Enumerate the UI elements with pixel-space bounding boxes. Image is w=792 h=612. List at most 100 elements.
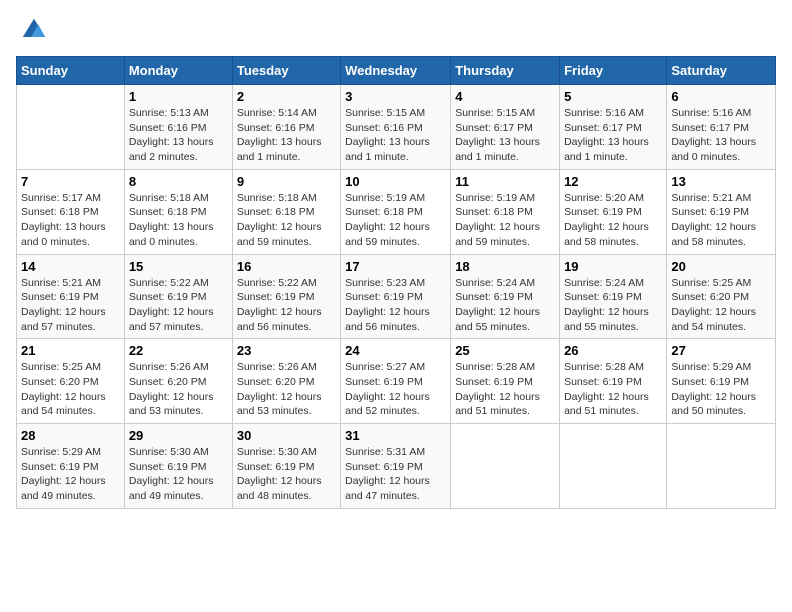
day-detail: Sunrise: 5:28 AMSunset: 6:19 PMDaylight:… <box>564 360 662 419</box>
calendar-week-2: 7 Sunrise: 5:17 AMSunset: 6:18 PMDaylight… <box>17 169 776 254</box>
day-number: 7 <box>21 174 120 189</box>
day-number: 5 <box>564 89 662 104</box>
calendar-cell: 5 Sunrise: 5:16 AMSunset: 6:17 PMDaylight… <box>560 85 667 170</box>
day-number: 18 <box>455 259 555 274</box>
calendar-cell: 28 Sunrise: 5:29 AMSunset: 6:19 PMDayligh… <box>17 424 125 509</box>
day-number: 1 <box>129 89 228 104</box>
day-number: 10 <box>345 174 446 189</box>
day-number: 21 <box>21 343 120 358</box>
day-detail: Sunrise: 5:16 AMSunset: 6:17 PMDaylight:… <box>671 106 771 165</box>
day-number: 6 <box>671 89 771 104</box>
day-number: 13 <box>671 174 771 189</box>
calendar-week-5: 28 Sunrise: 5:29 AMSunset: 6:19 PMDayligh… <box>17 424 776 509</box>
day-detail: Sunrise: 5:29 AMSunset: 6:19 PMDaylight:… <box>21 445 120 504</box>
day-number: 20 <box>671 259 771 274</box>
day-number: 27 <box>671 343 771 358</box>
calendar-cell: 31 Sunrise: 5:31 AMSunset: 6:19 PMDayligh… <box>341 424 451 509</box>
day-number: 24 <box>345 343 446 358</box>
calendar-cell: 11Sunrise: 5:19 AMSunset: 6:18 PMDayligh… <box>451 169 560 254</box>
calendar-cell: 10 Sunrise: 5:19 AMSunset: 6:18 PMDayligh… <box>341 169 451 254</box>
day-detail: Sunrise: 5:13 AMSunset: 6:16 PMDaylight:… <box>129 106 228 165</box>
header-saturday: Saturday <box>667 57 776 85</box>
day-number: 16 <box>237 259 336 274</box>
day-number: 25 <box>455 343 555 358</box>
day-detail: Sunrise: 5:24 AMSunset: 6:19 PMDaylight:… <box>455 276 555 335</box>
calendar-cell: 17Sunrise: 5:23 AMSunset: 6:19 PMDayligh… <box>341 254 451 339</box>
calendar-cell: 18 Sunrise: 5:24 AMSunset: 6:19 PMDayligh… <box>451 254 560 339</box>
day-detail: Sunrise: 5:26 AMSunset: 6:20 PMDaylight:… <box>129 360 228 419</box>
day-detail: Sunrise: 5:17 AMSunset: 6:18 PMDaylight:… <box>21 191 120 250</box>
calendar-cell: 20 Sunrise: 5:25 AMSunset: 6:20 PMDayligh… <box>667 254 776 339</box>
calendar-cell: 19 Sunrise: 5:24 AMSunset: 6:19 PMDayligh… <box>560 254 667 339</box>
calendar-cell: 14 Sunrise: 5:21 AMSunset: 6:19 PMDayligh… <box>17 254 125 339</box>
day-detail: Sunrise: 5:24 AMSunset: 6:19 PMDaylight:… <box>564 276 662 335</box>
calendar-cell: 30 Sunrise: 5:30 AMSunset: 6:19 PMDayligh… <box>232 424 340 509</box>
calendar-cell: 27 Sunrise: 5:29 AMSunset: 6:19 PMDayligh… <box>667 339 776 424</box>
day-detail: Sunrise: 5:22 AMSunset: 6:19 PMDaylight:… <box>237 276 336 335</box>
calendar-cell <box>560 424 667 509</box>
day-number: 23 <box>237 343 336 358</box>
header-wednesday: Wednesday <box>341 57 451 85</box>
day-detail: Sunrise: 5:25 AMSunset: 6:20 PMDaylight:… <box>671 276 771 335</box>
header-friday: Friday <box>560 57 667 85</box>
day-detail: Sunrise: 5:21 AMSunset: 6:19 PMDaylight:… <box>21 276 120 335</box>
day-detail: Sunrise: 5:29 AMSunset: 6:19 PMDaylight:… <box>671 360 771 419</box>
day-number: 3 <box>345 89 446 104</box>
day-number: 14 <box>21 259 120 274</box>
calendar-cell: 25Sunrise: 5:28 AMSunset: 6:19 PMDayligh… <box>451 339 560 424</box>
calendar-cell: 15Sunrise: 5:22 AMSunset: 6:19 PMDayligh… <box>124 254 232 339</box>
day-number: 12 <box>564 174 662 189</box>
header-thursday: Thursday <box>451 57 560 85</box>
day-number: 29 <box>129 428 228 443</box>
calendar-week-3: 14 Sunrise: 5:21 AMSunset: 6:19 PMDayligh… <box>17 254 776 339</box>
logo-icon <box>20 16 48 44</box>
calendar-cell: 6 Sunrise: 5:16 AMSunset: 6:17 PMDaylight… <box>667 85 776 170</box>
day-number: 11 <box>455 174 555 189</box>
day-detail: Sunrise: 5:15 AMSunset: 6:16 PMDaylight:… <box>345 106 446 165</box>
day-detail: Sunrise: 5:20 AMSunset: 6:19 PMDaylight:… <box>564 191 662 250</box>
day-number: 31 <box>345 428 446 443</box>
calendar-cell: 9 Sunrise: 5:18 AMSunset: 6:18 PMDaylight… <box>232 169 340 254</box>
header-tuesday: Tuesday <box>232 57 340 85</box>
day-number: 19 <box>564 259 662 274</box>
day-detail: Sunrise: 5:27 AMSunset: 6:19 PMDaylight:… <box>345 360 446 419</box>
day-detail: Sunrise: 5:15 AMSunset: 6:17 PMDaylight:… <box>455 106 555 165</box>
day-number: 28 <box>21 428 120 443</box>
calendar-cell: 21 Sunrise: 5:25 AMSunset: 6:20 PMDayligh… <box>17 339 125 424</box>
calendar-cell: 1 Sunrise: 5:13 AMSunset: 6:16 PMDaylight… <box>124 85 232 170</box>
calendar-header-row: SundayMondayTuesdayWednesdayThursdayFrid… <box>17 57 776 85</box>
day-detail: Sunrise: 5:18 AMSunset: 6:18 PMDaylight:… <box>237 191 336 250</box>
day-number: 22 <box>129 343 228 358</box>
calendar-cell <box>17 85 125 170</box>
day-detail: Sunrise: 5:31 AMSunset: 6:19 PMDaylight:… <box>345 445 446 504</box>
day-detail: Sunrise: 5:30 AMSunset: 6:19 PMDaylight:… <box>129 445 228 504</box>
day-number: 2 <box>237 89 336 104</box>
page-header <box>16 16 776 44</box>
calendar-week-4: 21 Sunrise: 5:25 AMSunset: 6:20 PMDayligh… <box>17 339 776 424</box>
calendar-cell: 4 Sunrise: 5:15 AMSunset: 6:17 PMDaylight… <box>451 85 560 170</box>
calendar-cell: 26Sunrise: 5:28 AMSunset: 6:19 PMDayligh… <box>560 339 667 424</box>
day-number: 30 <box>237 428 336 443</box>
day-number: 8 <box>129 174 228 189</box>
header-monday: Monday <box>124 57 232 85</box>
calendar-cell <box>451 424 560 509</box>
calendar-cell <box>667 424 776 509</box>
day-detail: Sunrise: 5:16 AMSunset: 6:17 PMDaylight:… <box>564 106 662 165</box>
day-number: 4 <box>455 89 555 104</box>
day-detail: Sunrise: 5:21 AMSunset: 6:19 PMDaylight:… <box>671 191 771 250</box>
logo <box>16 16 48 44</box>
calendar-cell: 12 Sunrise: 5:20 AMSunset: 6:19 PMDayligh… <box>560 169 667 254</box>
calendar-cell: 3 Sunrise: 5:15 AMSunset: 6:16 PMDaylight… <box>341 85 451 170</box>
calendar-cell: 13 Sunrise: 5:21 AMSunset: 6:19 PMDayligh… <box>667 169 776 254</box>
day-number: 15 <box>129 259 228 274</box>
calendar-cell: 8Sunrise: 5:18 AMSunset: 6:18 PMDaylight… <box>124 169 232 254</box>
calendar-cell: 22 Sunrise: 5:26 AMSunset: 6:20 PMDayligh… <box>124 339 232 424</box>
day-number: 9 <box>237 174 336 189</box>
calendar-cell: 23Sunrise: 5:26 AMSunset: 6:20 PMDayligh… <box>232 339 340 424</box>
calendar-table: SundayMondayTuesdayWednesdayThursdayFrid… <box>16 56 776 509</box>
calendar-cell: 29 Sunrise: 5:30 AMSunset: 6:19 PMDayligh… <box>124 424 232 509</box>
day-detail: Sunrise: 5:30 AMSunset: 6:19 PMDaylight:… <box>237 445 336 504</box>
calendar-week-1: 1 Sunrise: 5:13 AMSunset: 6:16 PMDaylight… <box>17 85 776 170</box>
day-detail: Sunrise: 5:19 AMSunset: 6:18 PMDaylight:… <box>345 191 446 250</box>
day-detail: Sunrise: 5:25 AMSunset: 6:20 PMDaylight:… <box>21 360 120 419</box>
